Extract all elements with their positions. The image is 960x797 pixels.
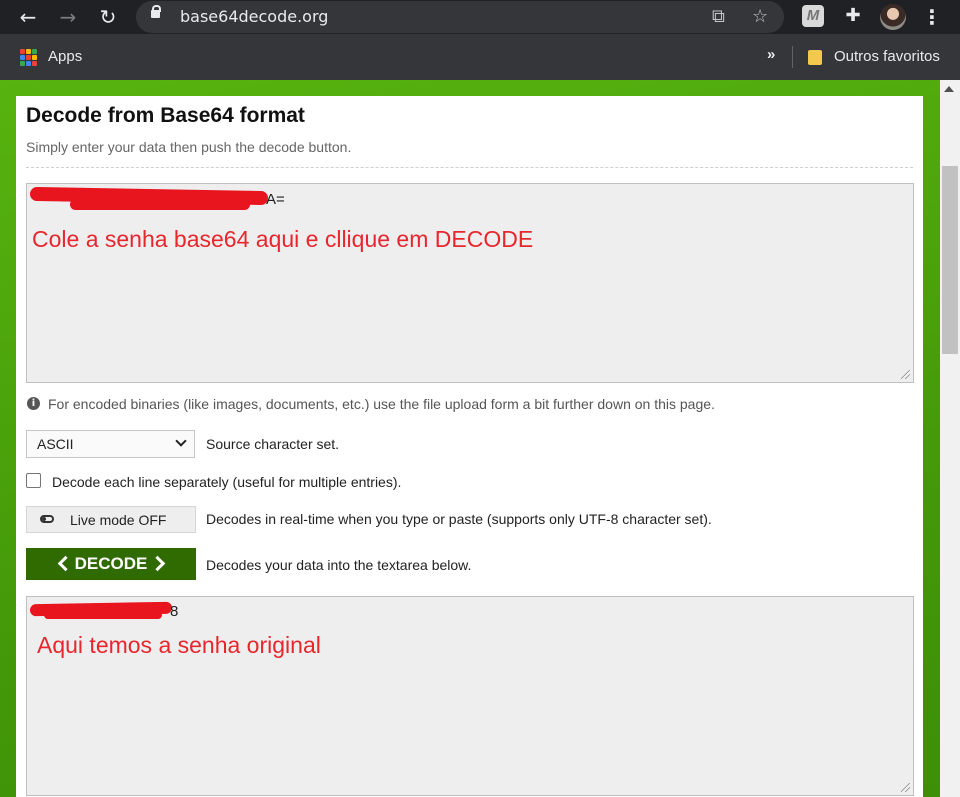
other-bookmarks-folder[interactable]: Outros favoritos (834, 48, 940, 65)
redaction-scribble (44, 611, 162, 619)
lock-icon[interactable] (151, 5, 161, 18)
bookmarks-divider (792, 46, 793, 68)
live-mode-label: Live mode OFF (70, 512, 167, 528)
info-note: For encoded binaries (like images, docum… (48, 396, 715, 412)
folder-icon[interactable] (808, 50, 822, 65)
puzzle-icon[interactable]: ✚ (842, 5, 864, 27)
page-title: Decode from Base64 format (26, 104, 305, 127)
decode-lines-checkbox[interactable] (26, 473, 41, 488)
redaction-scribble (70, 199, 250, 210)
toggle-icon (40, 515, 54, 523)
output-annotation: Aqui temos a senha original (37, 632, 321, 658)
input-annotation: Cole a senha base64 aqui e cllique em DE… (32, 226, 534, 252)
scrollbar-thumb[interactable] (942, 166, 958, 354)
resize-grip-icon[interactable] (901, 783, 910, 792)
bookmarks-overflow-icon[interactable]: » (767, 46, 775, 63)
menu-icon[interactable]: ⋮ (922, 5, 942, 29)
decode-description: Decodes your data into the textarea belo… (206, 557, 472, 573)
decode-lines-label[interactable]: Decode each line separately (useful for … (52, 474, 401, 490)
scroll-up-arrow-icon[interactable] (944, 86, 954, 92)
back-icon[interactable]: ← (16, 5, 40, 29)
chevron-down-icon (175, 435, 187, 447)
output-visible-text: 8 (170, 603, 179, 620)
decode-button[interactable]: DECODE (26, 548, 196, 580)
apps-bookmark[interactable]: Apps (48, 48, 82, 65)
forward-icon[interactable]: → (56, 5, 80, 29)
encoded-input-textarea[interactable] (26, 183, 914, 383)
section-divider (26, 167, 913, 168)
avatar[interactable] (880, 4, 906, 30)
info-icon: i (27, 397, 40, 410)
charset-select[interactable]: ASCII (26, 430, 195, 458)
input-visible-text: A= (266, 191, 285, 208)
extension-m-icon[interactable]: M (802, 5, 824, 27)
live-mode-button[interactable]: Live mode OFF (26, 506, 196, 533)
charset-label: Source character set. (206, 436, 340, 452)
url-text[interactable]: base64decode.org (180, 7, 328, 26)
translate-icon[interactable]: ⧉ (712, 6, 725, 27)
apps-grid-icon[interactable] (20, 49, 37, 66)
live-mode-description: Decodes in real-time when you type or pa… (206, 511, 712, 527)
reload-icon[interactable]: ↻ (96, 5, 120, 29)
star-icon[interactable]: ☆ (752, 6, 768, 27)
page-subtitle: Simply enter your data then push the dec… (26, 139, 352, 155)
charset-selected-value: ASCII (37, 436, 74, 452)
decoded-output-textarea[interactable] (26, 596, 914, 796)
resize-grip-icon[interactable] (901, 370, 910, 379)
decode-button-label: DECODE (74, 554, 148, 573)
